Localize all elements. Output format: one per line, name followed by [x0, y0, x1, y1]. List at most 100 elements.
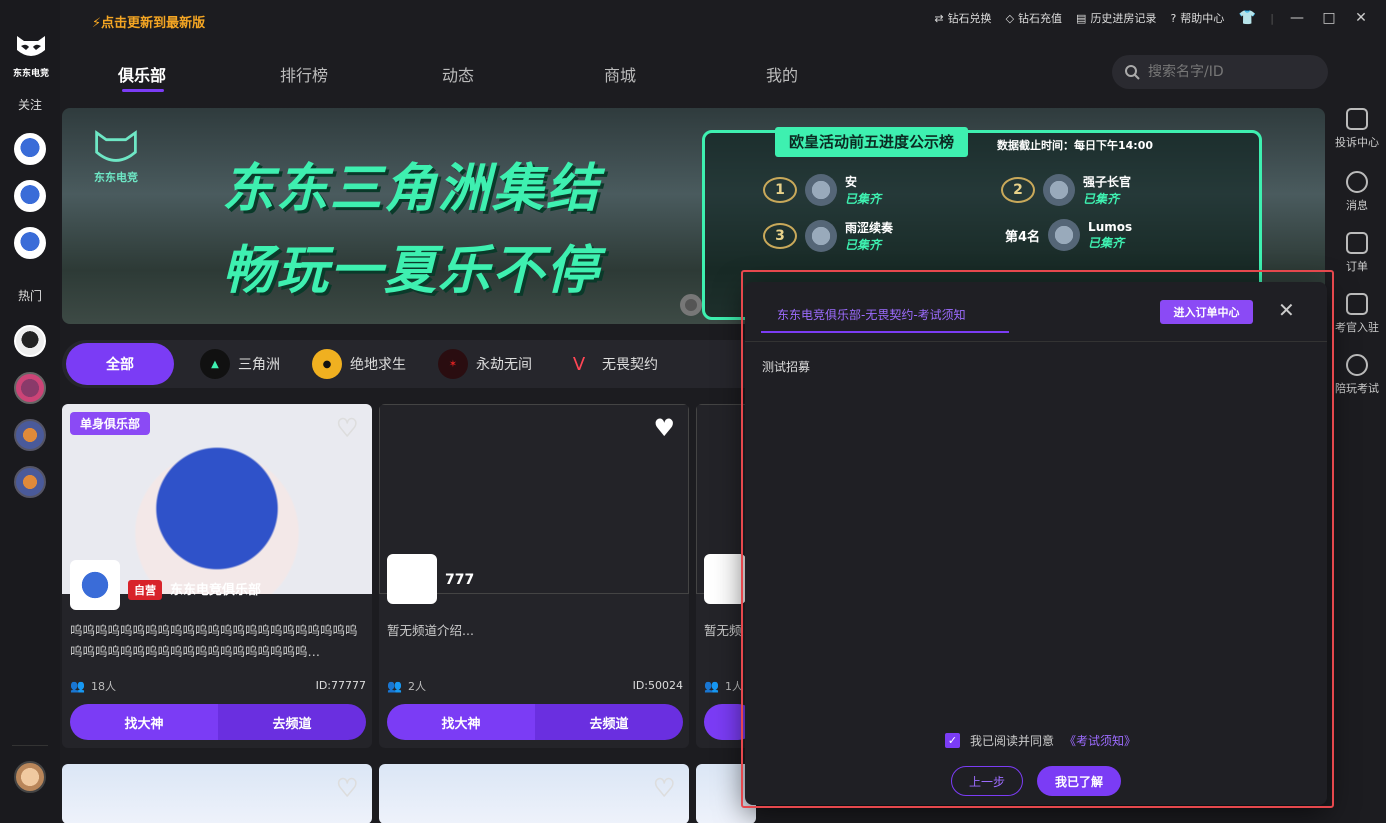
rank-avatar — [805, 174, 837, 206]
club-card[interactable]: ♥ — [62, 764, 372, 823]
diamond-recharge-button[interactable]: ◇ 钻石充值 — [1006, 10, 1062, 26]
close-window-icon[interactable]: ✕ — [1352, 10, 1370, 26]
exam-icon — [1346, 354, 1368, 376]
club-badge: 单身俱乐部 — [70, 412, 151, 435]
banner-title-line2: 畅玩一夏乐不停 — [222, 241, 601, 301]
diamond-exchange-button[interactable]: ⇄ 钻石兑换 — [934, 10, 991, 26]
complaint-icon — [1346, 108, 1368, 130]
rank-entry: 3 雨涩续奏 已集齐 — [763, 219, 893, 253]
search-input[interactable] — [1148, 64, 1308, 80]
leaderboard-title: 欧皇活动前五进度公示榜 — [775, 127, 969, 157]
nav-feed[interactable]: 动态 — [442, 62, 604, 86]
dialog-tab-indicator — [761, 331, 1009, 333]
club-card[interactable]: ♥ — [379, 764, 689, 823]
go-channel-button[interactable]: 去频道 — [535, 704, 683, 740]
club-id: ID:50024 — [632, 679, 683, 692]
member-count: 1人 — [724, 680, 743, 693]
action-label: 历史进房记录 — [1090, 12, 1157, 25]
update-link[interactable]: ⚡点击更新到最新版 — [92, 12, 205, 31]
followed-club-avatar[interactable] — [14, 133, 46, 165]
complaint-center-button[interactable]: 投诉中心 — [1328, 108, 1386, 150]
top-actions: ⇄ 钻石兑换 ◇ 钻石充值 ▤ 历史进房记录 ? 帮助中心 👕 | — □ ✕ — [934, 10, 1370, 26]
find-master-button[interactable]: 找大神 — [70, 704, 218, 740]
right-item-label: 考官入驻 — [1335, 321, 1379, 334]
category-pubg[interactable]: ● 绝地求生 — [312, 349, 406, 379]
game-category-bar: 全部 ▲ 三角洲 ● 绝地求生 ✶ 永劫无间 V 无畏契约 — [62, 340, 802, 388]
agree-checkbox[interactable]: ✓ — [945, 733, 960, 748]
agree-text: 我已阅读并同意 — [970, 734, 1055, 748]
previous-step-button[interactable]: 上一步 — [951, 766, 1023, 796]
rank-name: 安 — [845, 175, 858, 189]
card-buttons: 找大神 去频道 — [70, 704, 366, 740]
carousel-indicator[interactable] — [680, 294, 702, 316]
agree-row: ✓ 我已阅读并同意 《考试须知》 — [945, 732, 1136, 749]
people-icon: 👥 — [704, 679, 719, 693]
follow-label: 关注 — [17, 98, 42, 112]
heart-icon[interactable]: ♥ — [653, 775, 676, 801]
right-item-label: 陪玩考试 — [1335, 382, 1379, 395]
club-members: 👥 1人 — [704, 678, 743, 694]
minimize-icon[interactable]: — — [1288, 10, 1306, 26]
followed-club-avatar[interactable] — [14, 227, 46, 259]
category-label: 绝地求生 — [350, 357, 406, 373]
nav-ranking[interactable]: 排行榜 — [280, 62, 442, 86]
pubg-icon: ● — [312, 349, 342, 379]
rank-name: Lumos — [1088, 219, 1133, 234]
member-count: 2人 — [407, 680, 426, 693]
people-icon: 👥 — [70, 679, 85, 693]
club-cover-image — [62, 764, 372, 823]
club-name: 777 — [445, 572, 475, 588]
rank-entry: 1 安已集齐 — [763, 173, 881, 207]
people-icon: 👥 — [387, 679, 402, 693]
club-card[interactable]: ♥ 777 暂无频道介绍... 👥 2人 ID:50024 找大神 去频道 — [379, 404, 689, 748]
skin-icon[interactable]: 👕 — [1238, 10, 1256, 26]
category-naraka[interactable]: ✶ 永劫无间 — [438, 349, 532, 379]
dialog-tab[interactable]: 东东电竞俱乐部-无畏契约-考试须知 — [777, 306, 966, 323]
raccoon-logo-icon — [95, 130, 137, 162]
rank-status: 已集齐 — [845, 192, 882, 206]
go-channel-button[interactable]: 去频道 — [218, 704, 366, 740]
companion-exam-button[interactable]: 陪玩考试 — [1328, 354, 1386, 396]
category-label: 三角洲 — [238, 357, 280, 373]
hot-label: 热门 — [17, 289, 42, 303]
action-label: 钻石充值 — [1018, 12, 1063, 25]
action-label: 钻石兑换 — [947, 12, 992, 25]
rank-status: 已集齐 — [1083, 192, 1120, 206]
room-history-button[interactable]: ▤ 历史进房记录 — [1076, 10, 1156, 26]
search-box[interactable] — [1112, 55, 1328, 89]
order-center-button[interactable]: 进入订单中心 — [1160, 300, 1253, 324]
understood-button[interactable]: 我已了解 — [1037, 766, 1121, 796]
help-center-button[interactable]: ? 帮助中心 — [1170, 10, 1224, 26]
banner-logo-text: 东东电竞 — [94, 171, 138, 184]
find-master-button[interactable]: 找大神 — [387, 704, 535, 740]
examiner-join-button[interactable]: 考官入驻 — [1328, 293, 1386, 335]
category-valorant[interactable]: V 无畏契约 — [564, 349, 658, 379]
close-icon[interactable]: ✕ — [1278, 300, 1295, 320]
heart-icon[interactable]: ♥ — [653, 416, 675, 440]
app-logo-text: 东东电竞 — [12, 69, 49, 79]
heart-icon[interactable]: ♥ — [336, 415, 359, 441]
orders-button[interactable]: 订单 — [1328, 232, 1386, 274]
app-logo[interactable]: 东东电竞 — [10, 34, 52, 79]
rank-avatar — [1048, 219, 1081, 251]
hot-club-avatar[interactable] — [14, 419, 46, 451]
rank-entry: 第4名 Lumos 已集齐 — [1005, 219, 1132, 251]
category-label: 永劫无间 — [476, 357, 532, 373]
messages-button[interactable]: 消息 — [1328, 171, 1386, 213]
hot-club-avatar[interactable] — [14, 466, 46, 498]
user-avatar[interactable] — [14, 761, 46, 793]
search-icon — [1125, 65, 1140, 80]
followed-club-avatar[interactable] — [14, 180, 46, 212]
update-text: 点击更新到最新版 — [101, 16, 206, 31]
club-card[interactable]: 单身俱乐部 ♥ 自营 东东电竞俱乐部 呜呜呜呜呜呜呜呜呜呜呜呜呜呜呜呜呜呜呜呜呜… — [62, 404, 372, 748]
category-all[interactable]: 全部 — [66, 343, 174, 385]
maximize-icon[interactable]: □ — [1320, 10, 1338, 26]
hot-club-avatar[interactable] — [14, 325, 46, 357]
exam-notice-link[interactable]: 《考试须知》 — [1064, 732, 1136, 749]
nav-shop[interactable]: 商城 — [604, 62, 766, 86]
hot-club-avatar[interactable] — [14, 372, 46, 404]
category-delta[interactable]: ▲ 三角洲 — [200, 349, 280, 379]
nav-club[interactable]: 俱乐部 — [118, 62, 280, 86]
heart-icon[interactable]: ♥ — [336, 775, 359, 801]
nav-mine[interactable]: 我的 — [766, 62, 928, 86]
